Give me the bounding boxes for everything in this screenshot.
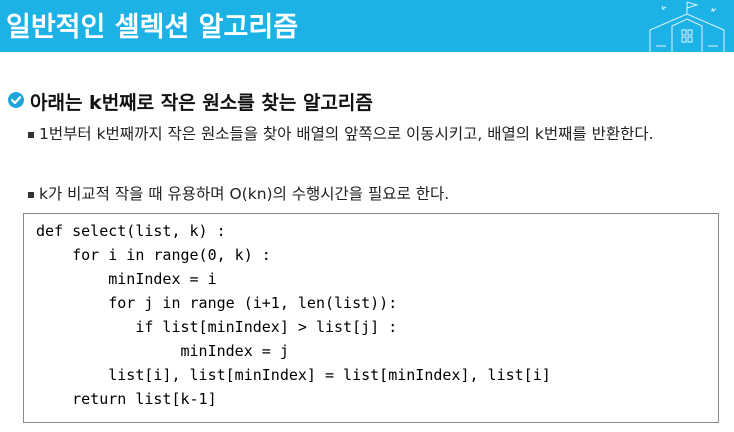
- code-line: for j in range (i+1, len(list)):: [36, 294, 398, 312]
- page-title: 일반적인 셀렉션 알고리즘: [6, 12, 299, 43]
- code-line: def select(list, k) :: [36, 222, 226, 240]
- header-bar: 일반적인 셀렉션 알고리즘: [0, 0, 734, 52]
- code-line: minIndex = i: [36, 270, 217, 288]
- bullet-square-icon: [28, 192, 34, 198]
- list-item: 1번부터 k번째까지 작은 원소들을 찾아 배열의 앞쪽으로 이동시키고, 배열…: [28, 121, 699, 147]
- bullet-square-icon: [28, 132, 34, 138]
- bullet-text: k가 비교적 작을 때 유용하며 O(kn)의 수행시간을 필요로 한다.: [39, 185, 450, 203]
- list-item: k가 비교적 작을 때 유용하며 O(kn)의 수행시간을 필요로 한다.: [28, 181, 699, 207]
- code-line: minIndex = j: [36, 342, 289, 360]
- section-subtitle: 아래는 k번째로 작은 원소를 찾는 알고리즘: [30, 92, 373, 114]
- code-line: for i in range(0, k) :: [36, 246, 271, 264]
- code-line: list[i], list[minIndex] = list[minIndex]…: [36, 366, 551, 384]
- code-line: return list[k-1]: [36, 390, 217, 408]
- check-circle-icon: [8, 92, 24, 108]
- code-block: def select(list, k) : for i in range(0, …: [23, 213, 719, 423]
- code-line: if list[minIndex] > list[j] :: [36, 318, 398, 336]
- school-building-icon: [649, 1, 725, 52]
- bullet-text: 1번부터 k번째까지 작은 원소들을 찾아 배열의 앞쪽으로 이동시키고, 배열…: [39, 125, 654, 143]
